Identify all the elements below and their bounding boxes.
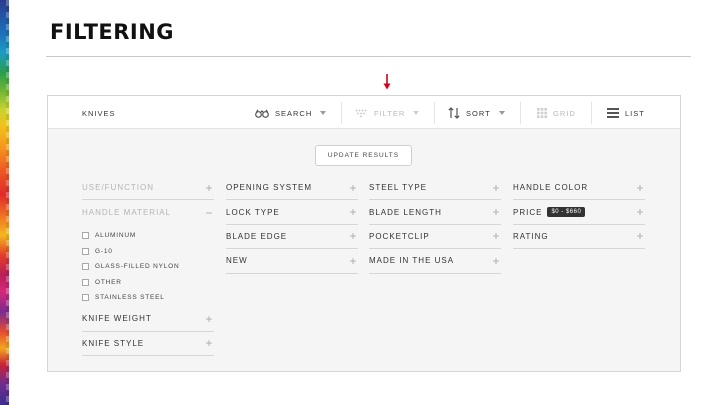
- option-glass-filled-nylon[interactable]: GLASS-FILLED NYLON: [82, 259, 214, 275]
- plus-icon: +: [205, 336, 213, 351]
- color-stripe-decoration: [0, 0, 9, 405]
- plus-icon: +: [492, 229, 500, 244]
- facet-made-in-the-usa[interactable]: MADE IN THE USA +: [369, 249, 501, 274]
- facet-label: KNIFE WEIGHT: [82, 314, 152, 324]
- toolbar: KNIVES SEARCH FILTER SORT GRID LIST: [48, 96, 680, 129]
- option-stainless-steel[interactable]: STAINLESS STEEL: [82, 290, 214, 306]
- facet-handle-color[interactable]: HANDLE COLOR +: [513, 176, 645, 201]
- list-icon: [607, 108, 619, 118]
- facet-label: BLADE EDGE: [226, 231, 288, 241]
- facet-column-2: OPENING SYSTEM + LOCK TYPE + BLADE EDGE …: [226, 176, 358, 274]
- facet-blade-length[interactable]: BLADE LENGTH +: [369, 200, 501, 225]
- plus-icon: +: [492, 180, 500, 195]
- facet-label: HANDLE MATERIAL: [82, 208, 172, 218]
- option-label: ALUMINUM: [95, 232, 137, 240]
- facet-label: PRICE $0 - $660: [513, 207, 586, 218]
- plus-icon: +: [349, 229, 357, 244]
- facet-label: NEW: [226, 256, 248, 266]
- plus-icon: +: [636, 229, 644, 244]
- filter-icon: [355, 109, 367, 117]
- grid-view-button[interactable]: GRID: [537, 105, 576, 121]
- option-label: OTHER: [95, 278, 122, 286]
- down-arrow-icon: [383, 74, 391, 90]
- option-other[interactable]: OTHER: [82, 274, 214, 290]
- price-range-badge: $0 - $660: [547, 207, 586, 218]
- checkbox[interactable]: [82, 232, 89, 240]
- checkbox[interactable]: [82, 294, 89, 302]
- minus-icon: −: [205, 205, 213, 220]
- checkbox[interactable]: [82, 263, 89, 271]
- category-title: KNIVES: [82, 109, 116, 118]
- price-label: PRICE: [513, 207, 543, 217]
- grid-label: GRID: [553, 108, 576, 118]
- handle-material-options: ALUMINUM G-10 GLASS-FILLED NYLON OTHER S…: [82, 225, 214, 308]
- facet-label: HANDLE COLOR: [513, 183, 589, 193]
- facet-knife-style[interactable]: KNIFE STYLE +: [82, 332, 214, 357]
- toolbar-divider: [434, 102, 435, 124]
- facet-label: KNIFE STYLE: [82, 338, 145, 348]
- facet-lock-type[interactable]: LOCK TYPE +: [226, 200, 358, 225]
- search-button[interactable]: SEARCH: [255, 105, 327, 121]
- facet-handle-material[interactable]: HANDLE MATERIAL −: [82, 200, 214, 224]
- plus-icon: +: [349, 180, 357, 195]
- facet-new[interactable]: NEW +: [226, 249, 358, 274]
- chevron-down-icon: [320, 111, 327, 115]
- option-label: STAINLESS STEEL: [95, 294, 165, 302]
- facet-price[interactable]: PRICE $0 - $660 +: [513, 200, 645, 225]
- facet-knife-weight[interactable]: KNIFE WEIGHT +: [82, 307, 214, 332]
- facet-label: OPENING SYSTEM: [226, 183, 313, 193]
- facet-column-1: USE/FUNCTION + HANDLE MATERIAL − ALUMINU…: [82, 176, 214, 357]
- facet-label: USE/FUNCTION: [82, 183, 154, 193]
- plus-icon: +: [636, 180, 644, 195]
- toolbar-divider: [520, 102, 521, 124]
- option-g-10[interactable]: G-10: [82, 243, 214, 259]
- chevron-down-icon: [498, 111, 505, 115]
- facet-label: RATING: [513, 231, 549, 241]
- update-results-button[interactable]: UPDATE RESULTS: [315, 145, 412, 166]
- facet-opening-system[interactable]: OPENING SYSTEM +: [226, 176, 358, 201]
- checkbox[interactable]: [82, 278, 89, 286]
- grid-icon: [537, 108, 547, 118]
- sort-button[interactable]: SORT: [448, 105, 505, 121]
- facet-label: BLADE LENGTH: [369, 207, 442, 217]
- facet-pocketclip[interactable]: POCKETCLIP +: [369, 225, 501, 250]
- slide-title: FILTERING: [50, 20, 175, 44]
- list-view-button[interactable]: LIST: [607, 105, 645, 121]
- plus-icon: +: [349, 205, 357, 220]
- plus-icon: +: [205, 311, 213, 326]
- plus-icon: +: [349, 253, 357, 268]
- sort-label: SORT: [466, 108, 491, 118]
- toolbar-divider: [591, 102, 592, 124]
- option-aluminum[interactable]: ALUMINUM: [82, 228, 214, 244]
- plus-icon: +: [492, 253, 500, 268]
- facet-use-function[interactable]: USE/FUNCTION +: [82, 176, 214, 201]
- facet-column-4: HANDLE COLOR + PRICE $0 - $660 + RATING …: [513, 176, 645, 250]
- option-label: G-10: [95, 247, 113, 255]
- filter-label: FILTER: [374, 108, 406, 118]
- filter-panel: KNIVES SEARCH FILTER SORT GRID LIST UPDA…: [47, 95, 681, 372]
- facet-label: STEEL TYPE: [369, 183, 428, 193]
- checkbox[interactable]: [82, 247, 89, 255]
- list-label: LIST: [625, 108, 645, 118]
- facet-steel-type[interactable]: STEEL TYPE +: [369, 176, 501, 201]
- plus-icon: +: [492, 205, 500, 220]
- search-label: SEARCH: [275, 108, 313, 118]
- facet-column-3: STEEL TYPE + BLADE LENGTH + POCKETCLIP +…: [369, 176, 501, 274]
- filter-button[interactable]: FILTER: [355, 105, 420, 121]
- facet-label: MADE IN THE USA: [369, 256, 455, 266]
- option-label: GLASS-FILLED NYLON: [95, 263, 180, 271]
- plus-icon: +: [205, 180, 213, 195]
- facet-blade-edge[interactable]: BLADE EDGE +: [226, 225, 358, 250]
- toolbar-divider: [341, 102, 342, 124]
- sort-arrows-icon: [448, 107, 460, 119]
- chevron-down-icon: [413, 111, 420, 115]
- binoculars-icon: [255, 108, 269, 118]
- facet-label: LOCK TYPE: [226, 207, 280, 217]
- title-divider: [46, 56, 691, 57]
- plus-icon: +: [636, 205, 644, 220]
- facet-rating[interactable]: RATING +: [513, 225, 645, 250]
- facet-label: POCKETCLIP: [369, 231, 430, 241]
